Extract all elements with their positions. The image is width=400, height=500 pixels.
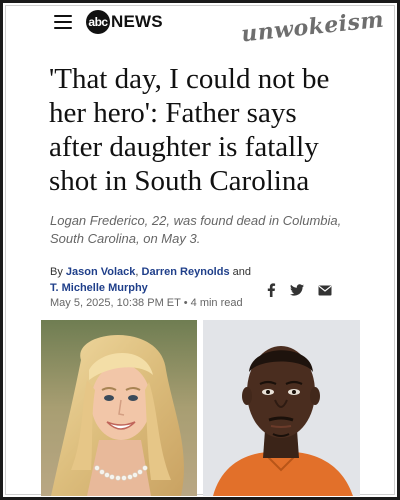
abc-logo-mark: abc	[86, 10, 110, 34]
read-time: 4 min read	[190, 297, 243, 309]
author-link[interactable]: Darren Reynolds	[142, 266, 230, 278]
watermark: unwokeism	[239, 6, 385, 48]
article-headline: 'That day, I could not be her hero': Fat…	[49, 63, 330, 197]
suspect-photo	[203, 320, 360, 496]
news-logo-word: NEWS	[111, 12, 163, 31]
victim-photo	[41, 320, 197, 496]
victim-photo-illustration	[41, 320, 197, 496]
facebook-icon[interactable]	[266, 283, 276, 297]
article-summary: Logan Frederico, 22, was found dead in C…	[50, 213, 342, 246]
byline-separator: ,	[135, 266, 139, 278]
email-icon[interactable]	[318, 285, 332, 296]
meta-dot: •	[183, 297, 191, 309]
byline-and: and	[232, 266, 251, 278]
share-bar	[266, 283, 332, 297]
suspect-photo-illustration	[203, 320, 360, 496]
author-link[interactable]: T. Michelle Murphy	[50, 282, 148, 294]
publish-date: May 5, 2025, 10:38 PM ET	[50, 297, 181, 309]
hamburger-menu-icon[interactable]	[54, 15, 72, 30]
byline: By Jason Volack, Darren Reynolds and T. …	[50, 264, 260, 296]
article-meta: May 5, 2025, 10:38 PM ET • 4 min read	[50, 297, 243, 309]
twitter-icon[interactable]	[290, 284, 304, 296]
abc-news-logo[interactable]: abc NEWS	[86, 10, 163, 34]
byline-prefix: By	[50, 266, 63, 278]
author-link[interactable]: Jason Volack	[66, 266, 136, 278]
top-bar: abc NEWS	[54, 10, 163, 34]
